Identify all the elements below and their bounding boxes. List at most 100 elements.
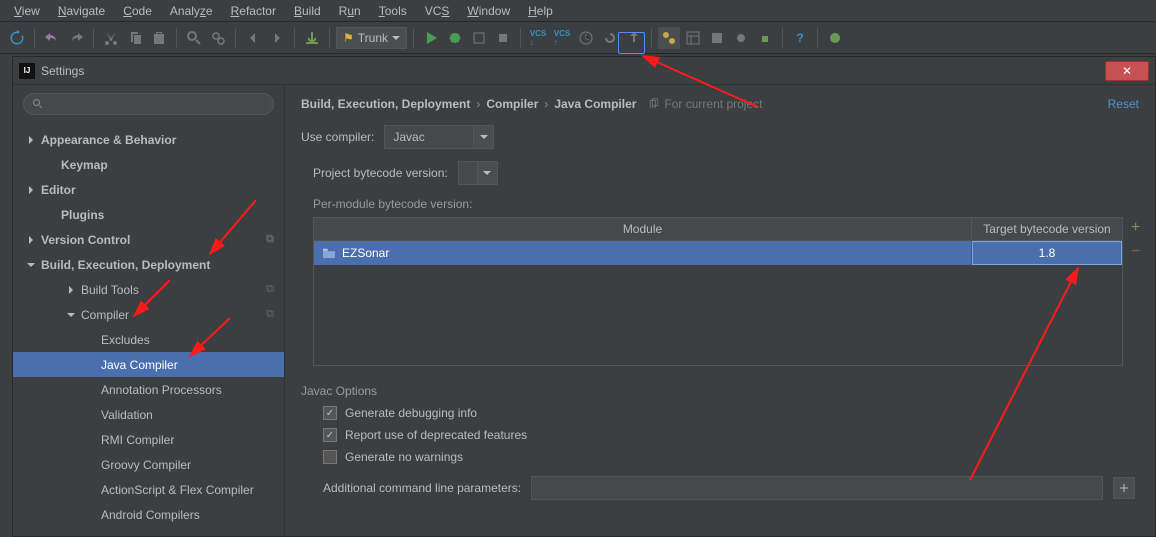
sdk-icon[interactable] — [706, 27, 728, 49]
android-icon[interactable] — [754, 27, 776, 49]
menu-help[interactable]: Help — [520, 2, 561, 20]
settings-icon[interactable] — [658, 27, 680, 49]
vcs-history-icon[interactable] — [575, 27, 597, 49]
report-deprecated-checkbox[interactable] — [323, 428, 337, 442]
intellij-icon: IJ — [19, 63, 35, 79]
add-module-button[interactable]: + — [1131, 219, 1140, 237]
params-label: Additional command line parameters: — [323, 481, 521, 495]
close-button[interactable]: ✕ — [1105, 61, 1149, 81]
settings-dialog: IJ Settings ✕ Appearance & BehaviorKeyma… — [12, 56, 1156, 537]
vcs-commit-icon[interactable]: VCS↑ — [551, 27, 573, 49]
back-icon[interactable] — [242, 27, 264, 49]
tree-editor[interactable]: Editor — [13, 177, 284, 202]
tree-excludes[interactable]: Excludes — [13, 327, 284, 352]
col-target: Target bytecode version — [972, 218, 1122, 240]
sync-icon[interactable] — [730, 27, 752, 49]
stop-icon[interactable] — [492, 27, 514, 49]
menu-window[interactable]: Window — [459, 2, 518, 20]
chevron-down-icon[interactable] — [478, 161, 498, 185]
help-icon[interactable]: ? — [789, 27, 811, 49]
main-toolbar: ⚑ Trunk VCS↓ VCS↑ ? — [0, 22, 1156, 54]
menu-vcs[interactable]: VCS — [417, 2, 458, 20]
copy-icon[interactable] — [124, 27, 146, 49]
settings-tree: Appearance & BehaviorKeymapEditorPlugins… — [13, 123, 284, 536]
vcs-branch-selector[interactable]: ⚑ Trunk — [336, 27, 407, 49]
use-compiler-value: Javac — [384, 125, 474, 149]
no-warnings-label: Generate no warnings — [345, 450, 463, 464]
tree-build-tools[interactable]: Build Tools⧉ — [13, 277, 284, 302]
generate-debug-checkbox[interactable] — [323, 406, 337, 420]
module-icon — [322, 247, 336, 259]
project-bytecode-value — [458, 161, 478, 185]
dialog-title-bar: IJ Settings ✕ — [13, 57, 1155, 85]
per-module-label: Per-module bytecode version: — [313, 197, 1139, 211]
tree-annotation-processors[interactable]: Annotation Processors — [13, 377, 284, 402]
tree-actionscript-flex-compiler[interactable]: ActionScript & Flex Compiler — [13, 477, 284, 502]
scope-hint: For current project — [648, 97, 762, 111]
tree-groovy-compiler[interactable]: Groovy Compiler — [13, 452, 284, 477]
main-menu-bar: View Navigate Code Analyze Refactor Buil… — [0, 0, 1156, 22]
plugin-icon[interactable] — [824, 27, 846, 49]
table-row[interactable]: EZSonar 1.8 — [314, 241, 1122, 265]
target-version-cell[interactable]: 1.8 — [972, 241, 1122, 265]
tree-plugins[interactable]: Plugins — [13, 202, 284, 227]
menu-navigate[interactable]: Navigate — [50, 2, 113, 20]
menu-code[interactable]: Code — [115, 2, 160, 20]
remove-module-button[interactable]: − — [1131, 243, 1140, 261]
debug-icon[interactable] — [444, 27, 466, 49]
flag-icon: ⚑ — [343, 31, 354, 45]
project-bytecode-label: Project bytecode version: — [313, 166, 448, 180]
menu-tools[interactable]: Tools — [371, 2, 415, 20]
javac-options-title: Javac Options — [301, 384, 1139, 398]
breadcrumb-2[interactable]: Compiler — [486, 97, 538, 111]
tree-version-control[interactable]: Version Control⧉ — [13, 227, 284, 252]
branch-label: Trunk — [358, 31, 388, 45]
settings-sidebar: Appearance & BehaviorKeymapEditorPlugins… — [13, 85, 285, 536]
menu-build[interactable]: Build — [286, 2, 329, 20]
reset-link[interactable]: Reset — [1108, 97, 1139, 111]
chevron-down-icon[interactable] — [474, 125, 494, 149]
tree-validation[interactable]: Validation — [13, 402, 284, 427]
no-warnings-checkbox[interactable] — [323, 450, 337, 464]
build-icon[interactable] — [301, 27, 323, 49]
params-input[interactable] — [531, 476, 1103, 500]
module-table: Module Target bytecode version EZSonar 1… — [313, 217, 1123, 366]
vcs-update-icon[interactable]: VCS↓ — [527, 27, 549, 49]
replace-icon[interactable] — [207, 27, 229, 49]
forward-icon[interactable] — [266, 27, 288, 49]
project-bytecode-combo[interactable] — [458, 161, 498, 185]
redo-icon[interactable] — [65, 27, 87, 49]
menu-analyze[interactable]: Analyze — [162, 2, 221, 20]
tree-keymap[interactable]: Keymap — [13, 152, 284, 177]
tree-rmi-compiler[interactable]: RMI Compiler — [13, 427, 284, 452]
generate-debug-label: Generate debugging info — [345, 406, 477, 420]
tree-java-compiler[interactable]: Java Compiler — [13, 352, 284, 377]
refresh-icon[interactable] — [6, 27, 28, 49]
col-module: Module — [314, 218, 972, 240]
find-icon[interactable] — [183, 27, 205, 49]
tree-compiler[interactable]: Compiler⧉ — [13, 302, 284, 327]
cut-icon[interactable] — [100, 27, 122, 49]
settings-content: Build, Execution, Deployment › Compiler … — [285, 85, 1155, 536]
paste-icon[interactable] — [148, 27, 170, 49]
breadcrumb: Build, Execution, Deployment › Compiler … — [301, 97, 1139, 111]
expand-params-button[interactable] — [1113, 477, 1135, 499]
menu-run[interactable]: Run — [331, 2, 369, 20]
tree-build-execution-deployment[interactable]: Build, Execution, Deployment — [13, 252, 284, 277]
use-compiler-combo[interactable]: Javac — [384, 125, 494, 149]
run-icon[interactable] — [420, 27, 442, 49]
settings-search[interactable] — [23, 93, 274, 115]
breadcrumb-1[interactable]: Build, Execution, Deployment — [301, 97, 470, 111]
coverage-icon[interactable] — [468, 27, 490, 49]
tree-android-compilers[interactable]: Android Compilers — [13, 502, 284, 527]
toolbar-highlight — [618, 32, 645, 54]
breadcrumb-3: Java Compiler — [554, 97, 636, 111]
project-structure-icon[interactable] — [682, 27, 704, 49]
tree-appearance-behavior[interactable]: Appearance & Behavior — [13, 127, 284, 152]
dialog-title: Settings — [41, 64, 84, 78]
module-name: EZSonar — [342, 246, 389, 260]
undo-icon[interactable] — [41, 27, 63, 49]
report-deprecated-label: Report use of deprecated features — [345, 428, 527, 442]
menu-refactor[interactable]: Refactor — [223, 2, 284, 20]
menu-view[interactable]: View — [6, 2, 48, 20]
